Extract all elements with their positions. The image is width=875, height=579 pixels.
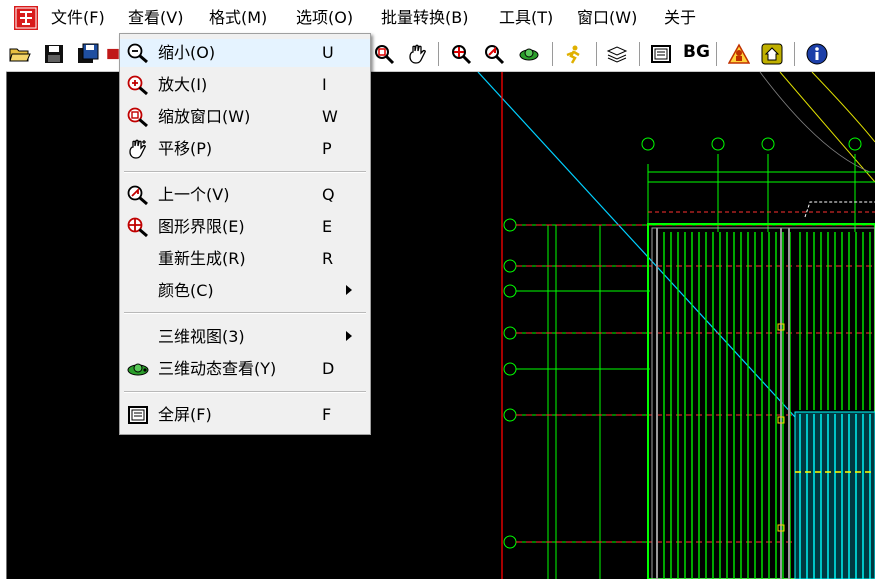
toolbar-separator [438, 42, 439, 66]
zoom-window-icon [375, 45, 395, 65]
menu-item-label: 缩小(O) [158, 43, 216, 62]
zoom-extents-icon [452, 45, 472, 65]
toolbar-separator [794, 42, 795, 66]
zoom-window-icon [127, 107, 148, 128]
menu-item-label: 平移(P) [158, 139, 213, 158]
shortcut-key: F [322, 405, 332, 424]
print-icon [107, 48, 119, 60]
menu-separator [124, 312, 366, 314]
open-folder-icon [9, 48, 31, 62]
menu-item-label: 三维视图(3) [158, 327, 245, 346]
menu-item-zoom-extents[interactable]: 图形界限(E) E [120, 213, 370, 241]
3d-orbit-icon [127, 363, 149, 376]
toolbar-separator [639, 42, 640, 66]
pan-hand-icon [409, 44, 426, 64]
menu-item-zoom-window[interactable]: 缩放窗口(W) W [120, 103, 370, 131]
menu-item-zoom-out[interactable]: 缩小(O) U [120, 39, 370, 67]
run-tool-button[interactable] [560, 41, 586, 67]
menu-options[interactable]: 选项(O) [296, 8, 353, 28]
menu-item-pan[interactable]: 平移(P) P [120, 135, 370, 163]
shortcut-key: U [322, 43, 334, 62]
zoom-in-icon [127, 75, 148, 96]
shortcut-key: Q [322, 185, 335, 204]
home-tool-button[interactable] [759, 41, 785, 67]
warning-tool-button[interactable] [726, 41, 752, 67]
zoom-window-tool-button[interactable] [371, 41, 397, 67]
menu-item-zoom-previous[interactable]: 上一个(V) Q [120, 181, 370, 209]
save-all-button[interactable] [75, 41, 101, 67]
menu-item-zoom-in[interactable]: 放大(I) I [120, 71, 370, 99]
fullscreen-tool-button[interactable] [648, 41, 674, 67]
menu-separator [124, 171, 366, 173]
app-logo-icon[interactable] [14, 6, 38, 30]
toolbar-separator [596, 42, 597, 66]
save-icon [45, 45, 63, 63]
menu-item-label: 放大(I) [158, 75, 208, 94]
warning-person-icon [728, 43, 750, 64]
menu-view[interactable]: 查看(V) [128, 8, 183, 28]
menu-item-3d-views[interactable]: 三维视图(3) [120, 323, 370, 351]
shortcut-key: W [322, 107, 338, 126]
menu-item-label: 缩放窗口(W) [158, 107, 251, 126]
menu-item-regenerate[interactable]: 重新生成(R) R [120, 245, 370, 273]
view-dropdown-menu: 缩小(O) U 放大(I) I 缩放窗口(W) W 平移(P) P 上一个(V)… [119, 33, 371, 435]
save-all-icon [78, 43, 99, 63]
background-color-button[interactable]: BG [683, 42, 710, 62]
menu-item-3d-orbit[interactable]: 三维动态查看(Y) D [120, 355, 370, 383]
info-icon [806, 43, 828, 65]
layers-icon [606, 46, 628, 63]
open-folder-button[interactable] [7, 41, 33, 67]
fullscreen-icon [651, 45, 671, 63]
shortcut-key: I [322, 75, 327, 94]
menu-format[interactable]: 格式(M) [209, 8, 267, 28]
print-button[interactable] [106, 41, 120, 67]
menu-batch-convert[interactable]: 批量转换(B) [381, 8, 468, 28]
toolbar-separator [716, 42, 717, 66]
menu-window[interactable]: 窗口(W) [577, 8, 637, 28]
menu-item-color[interactable]: 颜色(C) [120, 277, 370, 305]
about-info-button[interactable] [804, 41, 830, 67]
menu-item-label: 全屏(F) [158, 405, 212, 424]
toolbar-separator [552, 42, 553, 66]
menu-item-label: 颜色(C) [158, 281, 214, 300]
shortcut-key: E [322, 217, 333, 236]
pan-hand-icon [129, 139, 146, 159]
submenu-arrow-icon [346, 285, 352, 295]
shortcut-key: R [322, 249, 334, 268]
left-window-edge [0, 0, 6, 579]
shortcut-key: D [322, 359, 335, 378]
zoom-previous-tool-button[interactable] [481, 41, 507, 67]
save-button[interactable] [41, 41, 67, 67]
3d-orbit-tool-button[interactable] [516, 41, 542, 67]
3d-orbit-icon [519, 48, 539, 61]
home-icon [761, 43, 783, 65]
fullscreen-icon [128, 406, 148, 424]
zoom-previous-icon [485, 45, 505, 65]
menu-about[interactable]: 关于 [664, 8, 696, 28]
menu-file[interactable]: 文件(F) [51, 8, 105, 28]
menu-item-label: 三维动态查看(Y) [158, 359, 277, 378]
running-man-icon [563, 44, 583, 64]
zoom-out-icon [127, 43, 148, 64]
menu-item-label: 重新生成(R) [158, 249, 246, 268]
menu-item-label: 上一个(V) [158, 185, 230, 204]
zoom-extents-tool-button[interactable] [448, 41, 474, 67]
menu-item-fullscreen[interactable]: 全屏(F) F [120, 401, 370, 429]
zoom-previous-icon [127, 185, 148, 206]
pan-tool-button[interactable] [404, 41, 430, 67]
layers-tool-button[interactable] [604, 41, 630, 67]
menu-separator [124, 391, 366, 393]
zoom-extents-icon [127, 217, 148, 238]
menu-tools[interactable]: 工具(T) [499, 8, 553, 28]
shortcut-key: P [322, 139, 332, 158]
submenu-arrow-icon [346, 331, 352, 341]
menu-bar: 文件(F) 查看(V) 格式(M) 选项(O) 批量转换(B) 工具(T) 窗口… [0, 0, 875, 36]
menu-item-label: 图形界限(E) [158, 217, 245, 236]
